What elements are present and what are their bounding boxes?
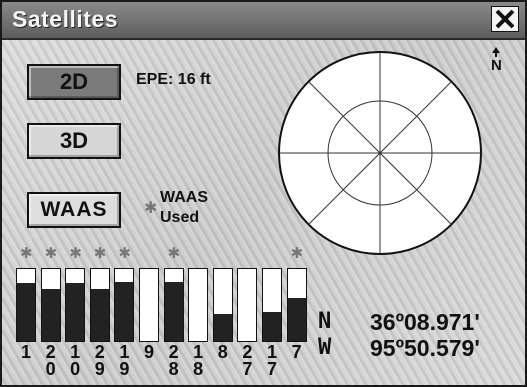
latitude-prefix: N bbox=[318, 309, 332, 334]
waas-button[interactable]: WAAS bbox=[27, 192, 121, 228]
north-label: N bbox=[491, 57, 502, 74]
signal-bar-digit: 9 bbox=[94, 359, 105, 379]
signal-bar-number: 10 bbox=[65, 343, 85, 379]
north-indicator: N bbox=[491, 46, 502, 74]
used-star-icon: ✱ bbox=[69, 245, 82, 262]
signal-bar bbox=[139, 268, 159, 342]
signal-bar-number: 29 bbox=[90, 343, 110, 379]
signal-bar bbox=[286, 268, 307, 342]
epe-label: EPE: 16 ft bbox=[136, 71, 211, 88]
signal-bar-digit: 0 bbox=[70, 359, 81, 379]
signal-bar-digit: 7 bbox=[291, 342, 302, 362]
signal-bar-number: 17 bbox=[262, 343, 282, 379]
signal-bar-number: 18 bbox=[188, 343, 208, 379]
mode-2d-button[interactable]: 2D bbox=[27, 64, 121, 100]
latitude-value: 36º08.971' bbox=[370, 309, 480, 335]
signal-bar-fill bbox=[17, 283, 35, 341]
signal-bar-fill bbox=[287, 297, 306, 341]
longitude-value: 95º50.579' bbox=[370, 335, 480, 361]
signal-bar-digit: 9 bbox=[119, 359, 130, 379]
signal-bar-digit: 0 bbox=[45, 359, 56, 379]
signal-bar bbox=[237, 268, 258, 342]
signal-bar-fill bbox=[213, 313, 232, 341]
signal-bar-number: 19 bbox=[114, 343, 134, 379]
signal-bar bbox=[262, 268, 282, 342]
signal-bar-number: 7 bbox=[287, 342, 307, 362]
used-star-icon: ✱ bbox=[44, 245, 58, 262]
mode-3d-button[interactable]: 3D bbox=[27, 123, 121, 159]
signal-bar-digit: 8 bbox=[217, 342, 228, 362]
north-arrow-icon bbox=[492, 47, 501, 57]
waas-used-line1: WAAS bbox=[160, 189, 208, 206]
signal-bars: ✱ 1 ✱ 2 0 ✱ 1 0 ✱ 2 9 ✱ 1 9 9 ✱ 2 8 1 8 8 2 7 1 7 ✱ 7 bbox=[12, 244, 312, 378]
signal-bar-digit: 7 bbox=[242, 359, 253, 379]
signal-bar-fill bbox=[41, 289, 60, 341]
signal-bar-number: 28 bbox=[164, 343, 184, 379]
signal-bar-digit: 8 bbox=[168, 359, 179, 379]
signal-bar bbox=[89, 268, 110, 342]
signal-bar-number: 8 bbox=[213, 342, 233, 362]
signal-bar-fill bbox=[90, 289, 109, 341]
signal-bar bbox=[40, 268, 61, 342]
signal-bar-fill bbox=[115, 281, 134, 341]
signal-bar-fill bbox=[66, 283, 85, 341]
window-title: Satellites bbox=[12, 6, 118, 32]
signal-bar-digit: 7 bbox=[266, 359, 277, 379]
sky-plot: 29191772710920281881 bbox=[278, 51, 482, 255]
close-button[interactable] bbox=[491, 6, 519, 32]
signal-bar bbox=[188, 268, 209, 342]
signal-bar-fill bbox=[263, 312, 281, 341]
waas-used-label: WAAS Used bbox=[160, 188, 240, 228]
signal-bar-number: 20 bbox=[41, 343, 61, 379]
used-star-icon: ✱ bbox=[118, 245, 131, 262]
title-bar: Satellites bbox=[2, 2, 525, 40]
signal-bar-fill bbox=[164, 281, 183, 341]
waas-star-icon: ✱ bbox=[144, 200, 158, 217]
signal-bar-digit: 9 bbox=[143, 342, 154, 362]
signal-bar-digit: 1 bbox=[20, 342, 31, 362]
signal-bar bbox=[16, 268, 36, 342]
signal-bar-number: 1 bbox=[16, 342, 36, 362]
signal-bar bbox=[65, 268, 86, 342]
used-star-icon: ✱ bbox=[167, 245, 181, 262]
used-star-icon: ✱ bbox=[93, 245, 107, 262]
close-icon bbox=[495, 9, 515, 29]
signal-bar-number: 27 bbox=[237, 343, 257, 379]
satellites-window: Satellites 2D 3D WAAS EPE: 16 ft ✱ WAAS … bbox=[0, 0, 527, 387]
longitude-prefix: W bbox=[318, 335, 332, 360]
waas-used-line2: Used bbox=[160, 209, 200, 226]
signal-bar bbox=[114, 268, 135, 342]
signal-bar-number: 9 bbox=[139, 342, 159, 362]
signal-bar bbox=[163, 268, 184, 342]
signal-bar-digit: 8 bbox=[193, 359, 204, 379]
used-star-icon: ✱ bbox=[20, 245, 33, 262]
used-star-icon: ✱ bbox=[290, 245, 304, 262]
signal-bar bbox=[212, 268, 233, 342]
